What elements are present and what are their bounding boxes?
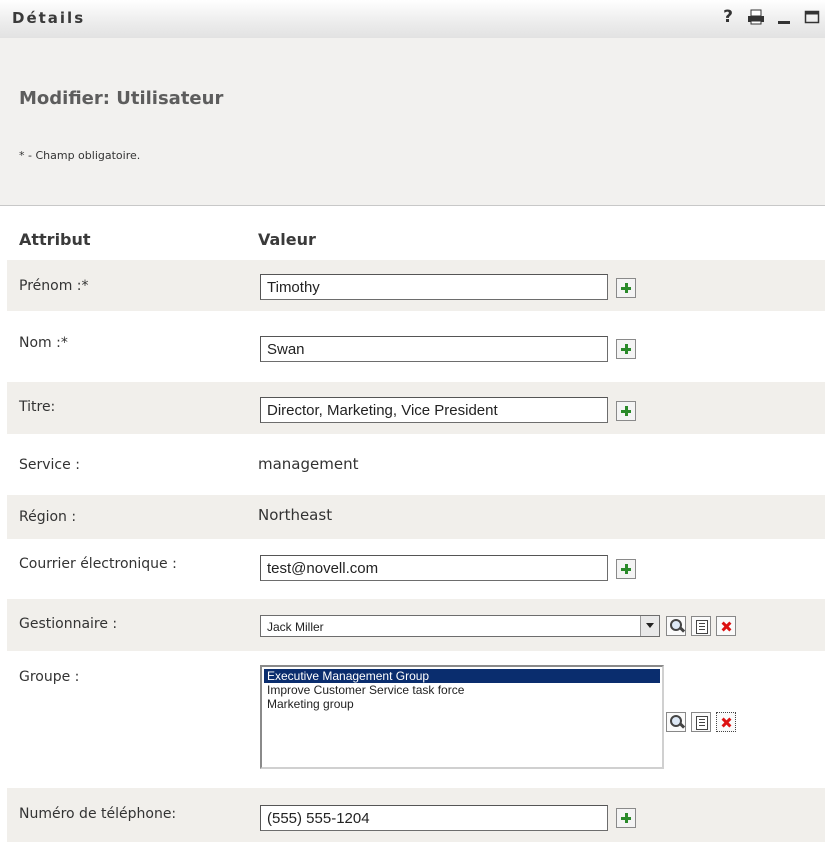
print-icon[interactable] — [747, 7, 765, 27]
row-department: Service : management — [7, 445, 825, 487]
last-name-input[interactable] — [260, 336, 608, 362]
manager-clear-icon[interactable] — [716, 616, 736, 636]
form-header: Modifier: Utilisateur * - Champ obligato… — [0, 38, 825, 206]
row-manager: Gestionnaire : Jack Miller — [7, 599, 825, 651]
add-title-button[interactable] — [616, 401, 636, 421]
title-label: Titre: — [19, 399, 56, 415]
manager-history-icon[interactable] — [691, 616, 711, 636]
manager-search-icon[interactable] — [666, 616, 686, 636]
group-option[interactable]: Marketing group — [264, 697, 660, 711]
region-value: Northeast — [258, 506, 333, 524]
add-last-name-button[interactable] — [616, 339, 636, 359]
group-option[interactable]: Improve Customer Service task force — [264, 683, 660, 697]
window-controls: ? — [719, 7, 821, 27]
last-name-label: Nom :* — [19, 335, 68, 351]
row-last-name: Nom :* — [7, 318, 825, 376]
add-email-button[interactable] — [616, 559, 636, 579]
row-title: Titre: — [7, 382, 825, 434]
phone-input[interactable] — [260, 805, 608, 831]
manager-select[interactable]: Jack Miller — [260, 615, 660, 637]
maximize-icon[interactable] — [803, 7, 821, 27]
window-title: Détails — [12, 9, 86, 27]
manager-selected-value: Jack Miller — [267, 620, 324, 634]
region-label: Région : — [19, 509, 77, 525]
group-remove-icon[interactable] — [716, 712, 736, 732]
email-label: Courrier électronique : — [19, 556, 177, 572]
department-label: Service : — [19, 457, 80, 473]
minimize-icon[interactable] — [775, 7, 793, 27]
row-email: Courrier électronique : — [7, 543, 825, 595]
row-region: Région : Northeast — [7, 495, 825, 539]
add-first-name-button[interactable] — [616, 278, 636, 298]
help-icon[interactable]: ? — [719, 7, 737, 27]
first-name-input[interactable] — [260, 274, 608, 300]
first-name-label: Prénom :* — [19, 278, 89, 294]
dropdown-arrow-icon[interactable] — [640, 616, 659, 636]
manager-label: Gestionnaire : — [19, 616, 118, 632]
phone-label: Numéro de téléphone: — [19, 806, 177, 822]
title-input[interactable] — [260, 397, 608, 423]
group-label: Groupe : — [19, 669, 80, 685]
group-search-icon[interactable] — [666, 712, 686, 732]
department-value: management — [258, 455, 359, 473]
page-title: Modifier: Utilisateur — [19, 88, 224, 109]
row-phone: Numéro de téléphone: — [7, 788, 825, 842]
window-title-bar: Détails ? — [0, 0, 825, 39]
group-listbox[interactable]: Executive Management Group Improve Custo… — [260, 665, 664, 769]
row-group: Groupe : Executive Management Group Impr… — [7, 656, 825, 776]
required-note: * - Champ obligatoire. — [19, 149, 141, 162]
column-header-attribute: Attribut — [19, 230, 91, 249]
add-phone-button[interactable] — [616, 808, 636, 828]
group-option[interactable]: Executive Management Group — [264, 669, 660, 683]
column-header-value: Valeur — [258, 230, 316, 249]
email-input[interactable] — [260, 555, 608, 581]
row-first-name: Prénom :* — [7, 260, 825, 311]
group-history-icon[interactable] — [691, 712, 711, 732]
